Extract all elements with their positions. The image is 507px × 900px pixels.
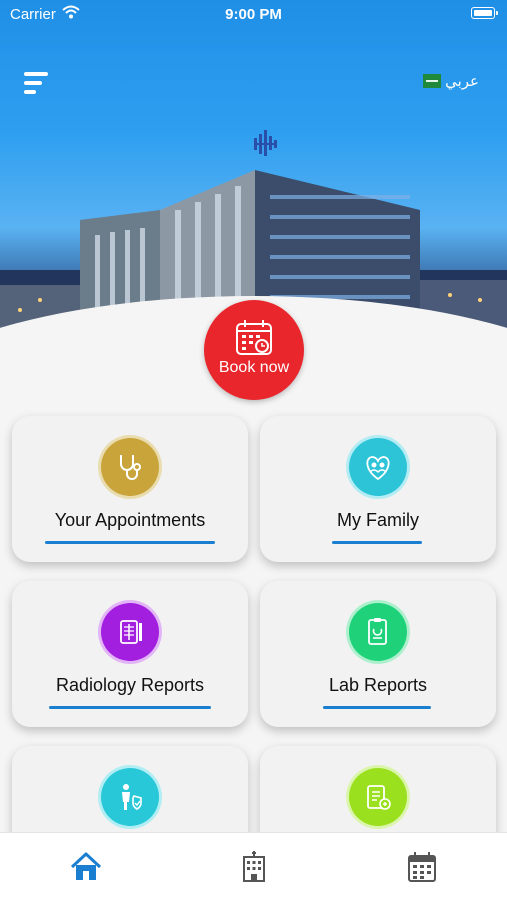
family-icon <box>366 456 390 481</box>
book-now-button[interactable]: Book now <box>204 300 304 400</box>
card-label: My Family <box>337 510 419 530</box>
hospital-icon[interactable] <box>238 851 270 883</box>
card-icon-circle <box>101 438 159 496</box>
card-underline <box>49 706 211 709</box>
card-icon-circle <box>349 438 407 496</box>
prescription-icon <box>367 785 391 810</box>
card-label: Lab Reports <box>328 675 428 695</box>
battery-icon <box>471 7 498 19</box>
card-my-family[interactable]: My Family <box>260 416 496 562</box>
xray-icon <box>120 620 142 644</box>
stethoscope-icon <box>120 455 141 480</box>
card-label: Your Appointments <box>54 510 206 530</box>
saudi-flag-icon <box>423 74 442 88</box>
insurance-icon <box>122 784 142 810</box>
hospital-logo-icon <box>237 124 277 162</box>
card-underline <box>332 541 422 544</box>
menu-icon[interactable] <box>24 72 50 98</box>
card-icon-circle <box>101 768 159 826</box>
book-now-label: Book now <box>218 359 290 376</box>
status-time: 9:00 PM <box>225 6 282 23</box>
card-label: Radiology Reports <box>55 675 205 695</box>
card-underline <box>45 541 215 544</box>
card-icon-circle <box>101 603 159 661</box>
card-your-appointments[interactable]: Your Appointments <box>12 416 248 562</box>
lab-report-icon <box>368 618 387 645</box>
home-icon[interactable] <box>70 851 102 883</box>
booking-calendar-icon <box>236 320 272 355</box>
card-radiology-reports[interactable]: Radiology Reports <box>12 581 248 727</box>
language-switch[interactable]: عربي <box>423 72 479 90</box>
card-icon-circle <box>349 768 407 826</box>
status-bar: Carrier 9:00 PM <box>0 0 507 30</box>
bottom-tab-bar <box>0 832 507 900</box>
calendar-icon[interactable] <box>406 851 438 883</box>
card-underline <box>323 706 431 709</box>
card-lab-reports[interactable]: Lab Reports <box>260 581 496 727</box>
language-label: عربي <box>445 73 479 90</box>
card-icon-circle <box>349 603 407 661</box>
